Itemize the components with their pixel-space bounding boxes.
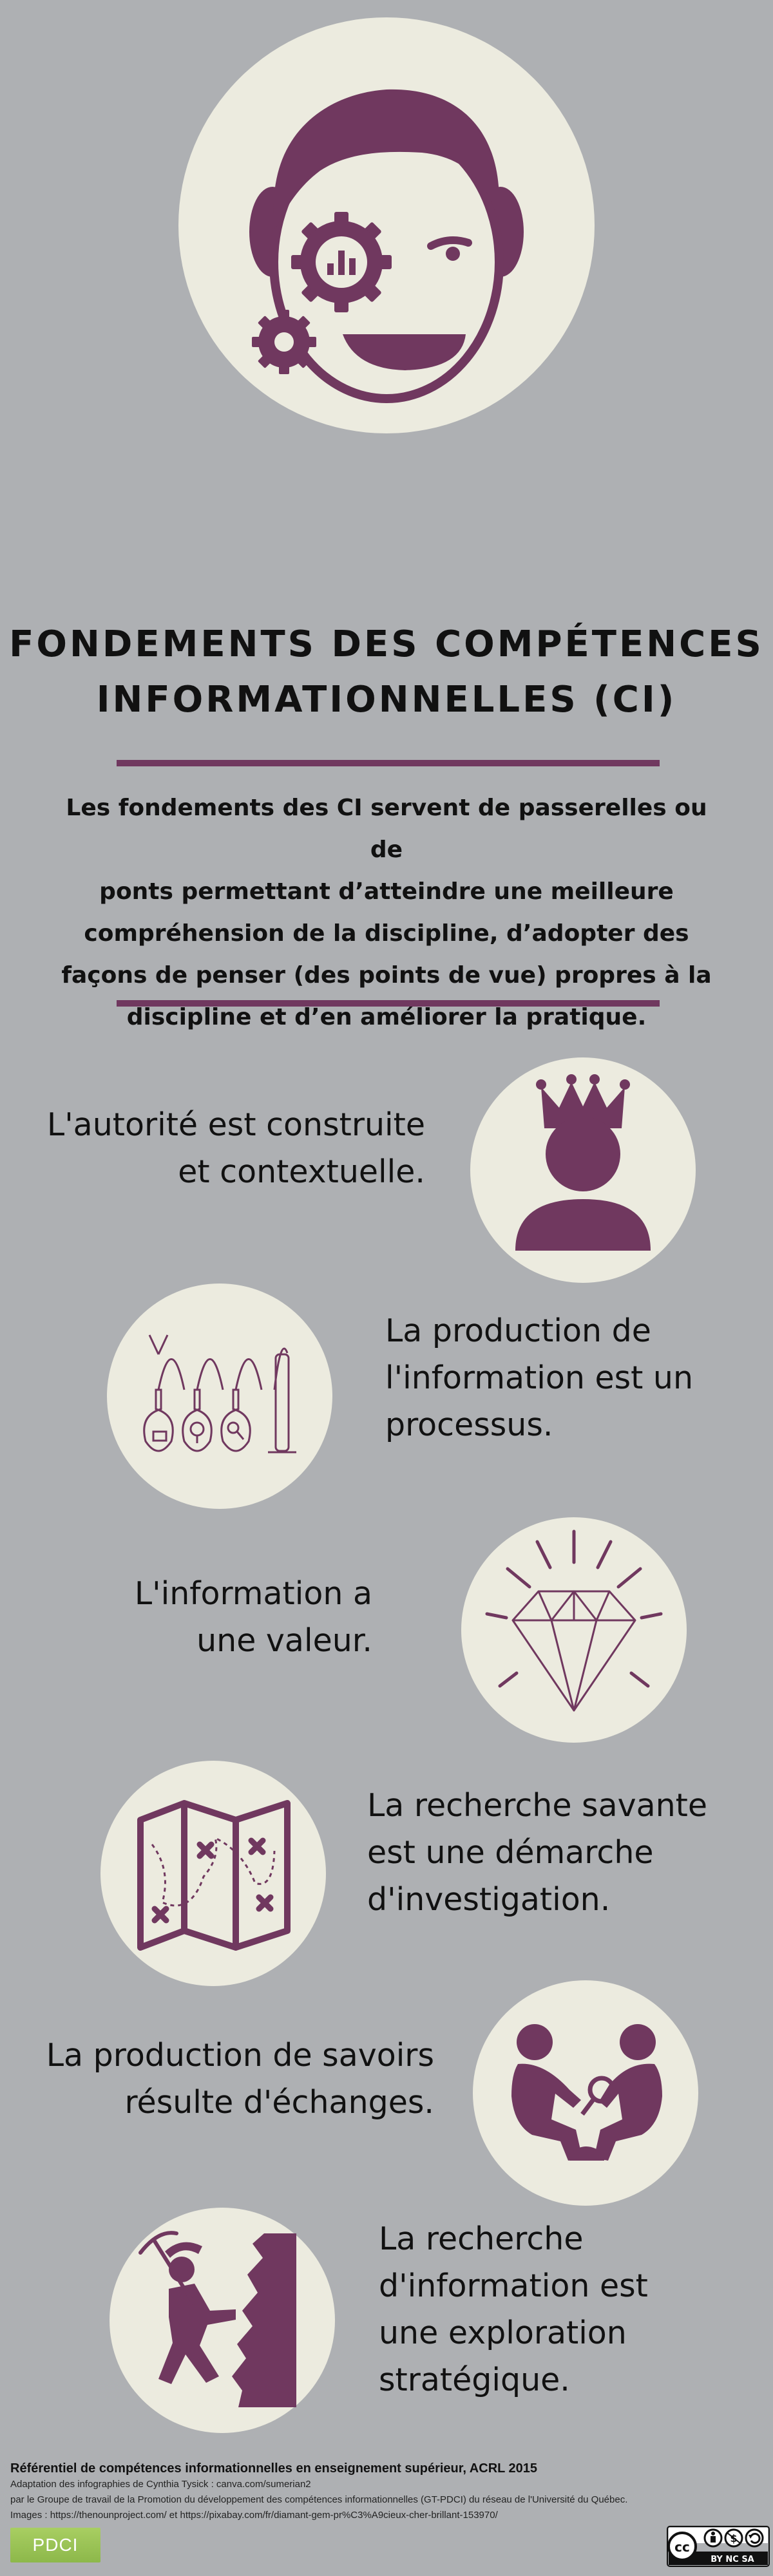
frame-production-circle <box>107 1283 332 1509</box>
frame-exploration-circle <box>110 2208 335 2433</box>
frame-text-line: une exploration <box>379 2315 627 2351</box>
frame-production-text: La production de l'information est un pr… <box>385 1307 759 1448</box>
frame-value-text: L'information a une valeur. <box>13 1570 372 1664</box>
svg-text:cc: cc <box>674 2539 690 2555</box>
frame-text-line: résulte d'échanges. <box>124 2084 434 2121</box>
frame-value-circle <box>461 1517 687 1743</box>
intro-line: façons de penser (des points de vue) pro… <box>61 962 712 989</box>
frame-authority-text: L'autorité est construite et contextuell… <box>13 1101 425 1195</box>
pdci-logo-text: PDCI <box>32 2535 79 2555</box>
treasure-map-icon <box>137 1800 291 1951</box>
frame-text-line: stratégique. <box>379 2362 570 2398</box>
frame-text-line: une valeur. <box>196 1622 372 1659</box>
frame-text-line: l'information est un <box>385 1359 694 1396</box>
footer-title: Référentiel de compétences informationne… <box>10 2461 538 2476</box>
frame-exploration-text: La recherche d'information est une explo… <box>379 2215 765 2403</box>
frame-text-line: processus. <box>385 1406 553 1443</box>
sa-icon <box>745 2528 764 2548</box>
frame-text-line: et contextuelle. <box>178 1153 425 1190</box>
test-tubes-icon <box>143 1334 296 1454</box>
frame-authority-circle <box>470 1057 696 1283</box>
divider <box>117 760 660 766</box>
by-icon <box>703 2528 723 2548</box>
crowned-person-icon <box>515 1074 651 1251</box>
page-title: FONDEMENTS DES COMPÉTENCES INFORMATIONNE… <box>0 617 773 728</box>
license-label: BY NC SA <box>711 2555 754 2564</box>
frame-text-line: d'investigation. <box>367 1881 611 1918</box>
cc-icon: cc <box>667 2532 697 2561</box>
frame-investigation-text: La recherche savante est une démarche d'… <box>367 1782 767 1923</box>
intro-line: ponts permettant d’atteindre une meilleu… <box>99 878 674 905</box>
footer: Référentiel de compétences informationne… <box>10 2460 654 2523</box>
diamond-icon <box>485 1530 663 1712</box>
frame-text-line: La recherche <box>379 2221 584 2257</box>
intro-line: compréhension de la discipline, d’adopte… <box>84 920 689 947</box>
frame-investigation-circle <box>100 1761 326 1986</box>
frame-text-line: La production de <box>385 1312 651 1349</box>
footer-credit: Images : https://thenounproject.com/ et … <box>10 2510 498 2521</box>
nc-icon: $ <box>724 2528 743 2548</box>
footer-credit: par le Groupe de travail de la Promotion… <box>10 2494 628 2505</box>
divider <box>117 1000 660 1007</box>
cc-license-badge: cc $ BY NC SA <box>667 2526 770 2567</box>
footer-credit: Adaptation des infographies de Cynthia T… <box>10 2479 311 2490</box>
title-line: FONDEMENTS DES COMPÉTENCES <box>9 623 764 665</box>
frame-text-line: d'information est <box>379 2268 648 2304</box>
pdci-logo: PDCI <box>10 2528 100 2562</box>
two-people-digging-icon <box>511 2024 662 2161</box>
intro-line: Les fondements des CI servent de passere… <box>66 795 707 863</box>
head-with-gears-icon <box>249 89 524 403</box>
frame-text-line: est une démarche <box>367 1834 654 1871</box>
frame-text-line: L'autorité est construite <box>46 1106 425 1143</box>
title-line: INFORMATIONNELLES (CI) <box>96 679 677 721</box>
frame-exchange-text: La production de savoirs résulte d'échan… <box>13 2032 434 2126</box>
miner-climbing-icon <box>138 2231 296 2407</box>
hero-circle <box>178 17 595 433</box>
frame-exchange-circle <box>473 1980 698 2206</box>
frame-text-line: L'information a <box>134 1575 372 1612</box>
frame-text-line: La recherche savante <box>367 1787 708 1824</box>
frame-text-line: La production de savoirs <box>46 2037 434 2074</box>
